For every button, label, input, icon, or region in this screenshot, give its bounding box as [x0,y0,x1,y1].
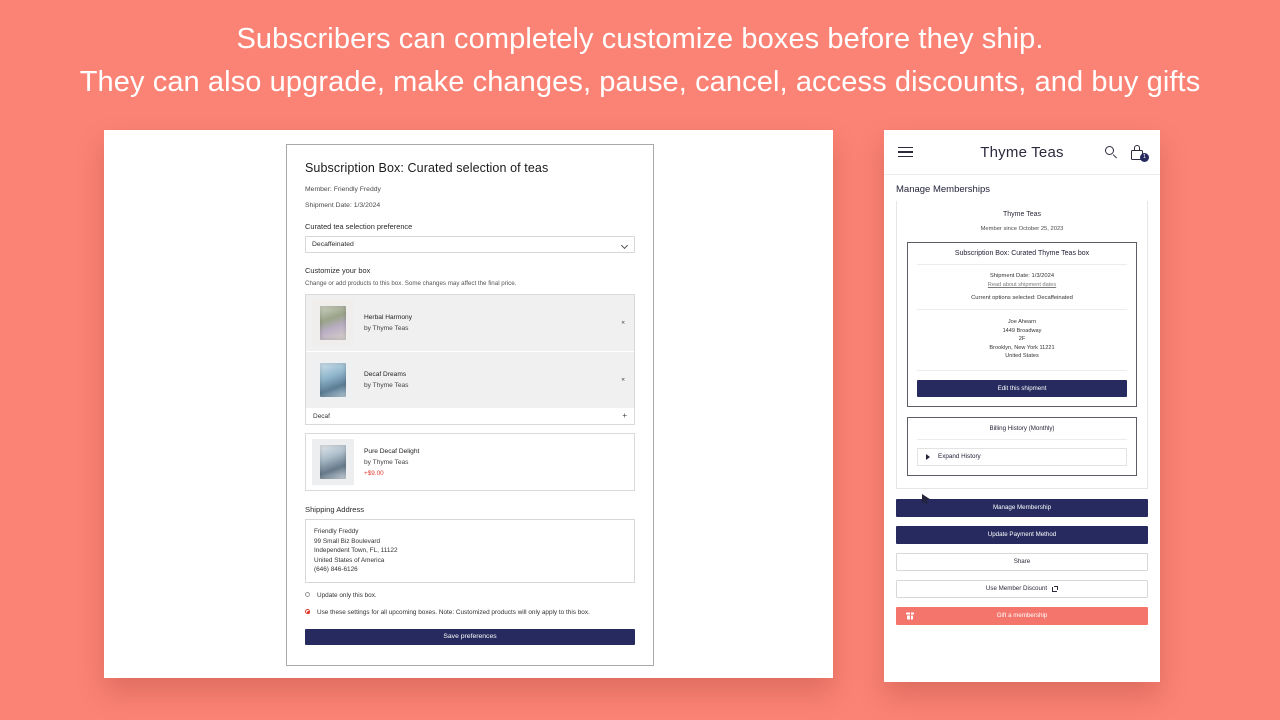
product-row[interactable]: Herbal Harmony by Thyme Teas × [306,295,634,351]
edit-shipment-button[interactable]: Edit this shipment [917,379,1127,397]
add-variant-icon[interactable]: + [622,412,627,420]
member-since: Member since October 25, 2023 [980,226,1064,232]
save-preferences-button[interactable]: Save preferences [305,628,635,645]
addon-product-box: Pure Decaf Delight by Thyme Teas +$9.00 [305,433,635,491]
address-line: 1449 Broadway [1002,327,1042,334]
shipment-date: Shipment Date: 1/3/2024 [989,273,1055,279]
current-options: Current options selected: Decaffeinated [917,295,1127,310]
membership-panel: Thyme Teas Member since October 25, 2023… [896,201,1148,489]
product-name: Herbal Harmony [364,314,413,321]
billing-history-title: Billing History (Monthly) [917,425,1127,440]
gift-a-membership-button[interactable]: Gift a membership [896,606,1148,625]
desktop-browser-panel: Subscription Box: Curated selection of t… [104,130,833,678]
expand-history-row[interactable]: Expand History [917,447,1127,466]
manage-membership-button[interactable]: Manage Membership [896,498,1148,517]
headline-line-2: They can also upgrade, make changes, pau… [79,66,1201,98]
radio-icon-selected[interactable] [305,608,310,614]
subscription-card-title: Subscription Box: Curated Thyme Teas box [917,250,1127,265]
radio-icon[interactable] [305,591,310,597]
use-member-discount-label: Use Member Discount [985,585,1048,593]
search-icon[interactable] [1105,145,1118,159]
shipping-address-box: Friendly Freddy 99 Small Biz Boulevard I… [305,519,635,583]
product-name: Decaf Dreams [364,371,407,378]
billing-history-card: Billing History (Monthly) Expand History [907,416,1137,476]
subscription-summary-card: Subscription Box: Curated Thyme Teas box… [907,242,1137,407]
radio-label: Use these settings for all upcoming boxe… [317,608,590,616]
variant-row-decaf[interactable]: Decaf + [306,408,634,424]
customize-subtext: Change or add products to this box. Some… [305,280,517,287]
address-line: Independent Town, FL, 11122 [314,547,398,554]
tea-preference-select[interactable]: Decaffeinated [305,236,635,253]
product-list: Herbal Harmony by Thyme Teas × Decaf Dre… [305,294,635,425]
subscription-box-card: Subscription Box: Curated selection of t… [286,144,654,666]
chevron-down-icon [622,242,628,248]
addon-thumbnail [312,439,354,485]
addon-vendor: by Thyme Teas [364,458,409,466]
gift-a-membership-label: Gift a membership [996,612,1048,620]
cart-count-badge: 1 [1140,152,1149,162]
screenshot-stage: Subscribers can completely customize box… [0,0,1280,720]
mobile-page-title: Manage Memberships [896,184,990,195]
product-vendor: by Thyme Teas [364,382,409,389]
share-button[interactable]: Share [896,552,1148,571]
address-line: United States [1005,353,1039,360]
radio-option-all-boxes[interactable]: Use these settings for all upcoming boxe… [305,608,635,617]
radio-label: Update only this box. [317,591,377,599]
address-line: Joe Ahearn [1007,319,1037,325]
headline-line-1: Subscribers can completely customize box… [236,23,1044,55]
use-member-discount-button[interactable]: Use Member Discount [896,579,1148,598]
product-vendor: by Thyme Teas [364,325,409,332]
shipment-address: Joe Ahearn 1449 Broadway 2F Brooklyn, Ne… [917,318,1127,371]
shop-name: Thyme Teas [1003,211,1041,218]
triangle-right-icon [926,453,930,460]
gift-icon [906,612,914,620]
shopping-bag-icon[interactable]: 1 [1131,144,1149,162]
address-line: United States of America [314,556,385,564]
product-row[interactable]: Decaf Dreams by Thyme Teas × [306,351,634,408]
shipment-date-line: Shipment Date: 1/3/2024 [305,202,381,209]
update-payment-method-button[interactable]: Update Payment Method [896,525,1148,544]
address-line: Brooklyn, New York 11221 [989,344,1055,351]
remove-product-icon[interactable]: × [621,320,625,327]
shipping-address-heading: Shipping Address [305,505,365,514]
product-thumbnail [312,300,354,346]
mobile-topbar: Thyme Teas 1 [884,130,1160,175]
member-line: Member: Friendly Freddy [305,186,381,193]
preference-label: Curated tea selection preference [305,222,413,231]
variant-label: Decaf [313,412,330,420]
address-line: 2F [1018,336,1026,343]
addon-row[interactable]: Pure Decaf Delight by Thyme Teas +$9.00 [306,434,634,490]
radio-option-this-box[interactable]: Update only this box. [305,591,635,600]
address-line: Friendly Freddy [314,528,359,535]
remove-product-icon[interactable]: × [621,377,625,384]
customize-heading: Customize your box [305,266,371,275]
mobile-app-panel: Thyme Teas 1 Manage Memberships Thyme Te… [884,130,1160,682]
addon-name: Pure Decaf Delight [364,447,420,455]
expand-history-label: Expand History [938,453,981,461]
read-about-shipment-dates-link[interactable]: Read about shipment dates [917,282,1127,288]
page-title: Subscription Box: Curated selection of t… [305,161,549,175]
address-line: 99 Small Biz Boulevard [314,537,381,545]
tea-preference-value: Decaffeinated [312,241,354,248]
address-line: (646) 846-6126 [314,566,358,573]
membership-actions: Manage Membership Update Payment Method … [896,493,1148,625]
headline: Subscribers can completely customize box… [0,18,1280,104]
addon-price: +$9.00 [364,469,384,477]
product-thumbnail [312,357,354,403]
external-link-icon [1052,585,1059,592]
